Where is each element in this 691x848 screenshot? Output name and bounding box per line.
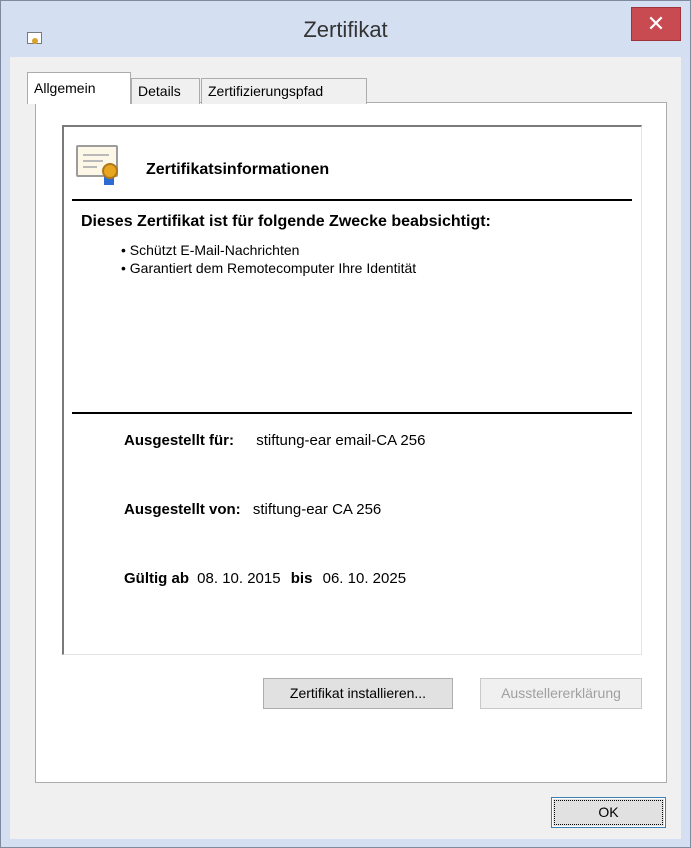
issued-by-value: stiftung-ear CA 256 xyxy=(252,501,382,518)
issued-to-row: Ausgestellt für: stiftung-ear email-CA 2… xyxy=(124,432,425,449)
validity-row: Gültig ab 08. 10. 2015 bis 06. 10. 2025 xyxy=(124,570,406,587)
tab-general[interactable]: Allgemein xyxy=(27,72,131,104)
purpose-heading: Dieses Zertifikat ist für folgende Zweck… xyxy=(81,213,491,230)
purpose-list: Schützt E-Mail-Nachrichten Garantiert de… xyxy=(121,241,416,277)
window-title: Zertifikat xyxy=(303,17,388,42)
divider xyxy=(72,199,632,201)
tab-details[interactable]: Details xyxy=(131,78,200,104)
issued-to-label: Ausgestellt für: xyxy=(124,432,235,449)
close-button[interactable]: ✕ xyxy=(631,7,681,41)
issued-by-row: Ausgestellt von: stiftung-ear CA 256 xyxy=(124,501,381,518)
issued-by-label: Ausgestellt von: xyxy=(124,501,241,518)
title-bar[interactable]: Zertifikat ✕ xyxy=(1,1,690,57)
certificate-icon xyxy=(76,145,118,185)
purpose-item: Garantiert dem Remotecomputer Ihre Ident… xyxy=(121,259,416,277)
valid-to-value: 06. 10. 2025 xyxy=(322,570,407,587)
issuer-statement-button[interactable]: Ausstellererklärung xyxy=(480,678,642,709)
ok-button[interactable]: OK xyxy=(551,797,666,828)
valid-from-label: Gültig ab xyxy=(124,570,189,587)
certificate-dialog: Zertifikat ✕ Allgemein Details Zertifizi… xyxy=(0,0,691,848)
purpose-item: Schützt E-Mail-Nachrichten xyxy=(121,241,416,259)
certificate-info-title: Zertifikatsinformationen xyxy=(146,161,330,178)
divider xyxy=(72,412,632,414)
install-certificate-button[interactable]: Zertifikat installieren... xyxy=(263,678,453,709)
valid-from-value: 08. 10. 2015 xyxy=(197,570,281,587)
tab-certification-path[interactable]: Zertifizierungspfad xyxy=(201,78,367,104)
issued-to-value: stiftung-ear email-CA 256 xyxy=(256,432,426,449)
valid-to-label: bis xyxy=(290,570,313,587)
